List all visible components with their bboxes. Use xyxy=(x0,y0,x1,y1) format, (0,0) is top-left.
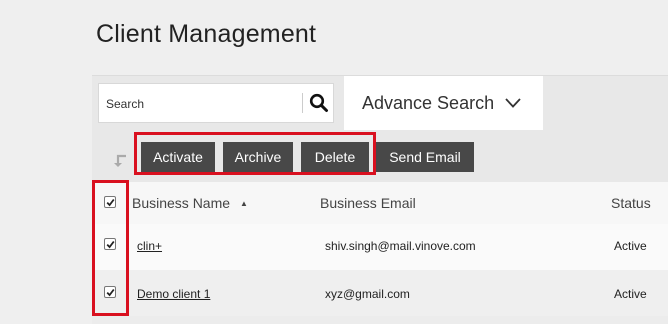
sort-ascending-icon: ▲ xyxy=(239,199,248,208)
checkmark-icon xyxy=(106,198,115,206)
table-row: clin+ shiv.singh@mail.vinove.com Active xyxy=(92,224,668,270)
return-arrow-icon xyxy=(114,154,126,167)
business-name-link[interactable]: clin+ xyxy=(137,239,162,253)
business-name-header[interactable]: Business Name ▲ xyxy=(132,195,248,211)
business-name-link[interactable]: Demo client 1 xyxy=(137,287,210,301)
page-title: Client Management xyxy=(96,20,317,48)
archive-button[interactable]: Archive xyxy=(223,142,293,172)
delete-button[interactable]: Delete xyxy=(301,142,369,172)
status-header: Status xyxy=(611,195,651,211)
table-row: Demo client 1 xyz@gmail.com Active xyxy=(92,270,668,316)
row-checkbox[interactable] xyxy=(104,286,116,298)
search-input[interactable] xyxy=(104,93,298,115)
client-panel: Advance Search Activate Archive Delete S… xyxy=(92,75,668,324)
search-icon xyxy=(309,93,328,112)
search-divider xyxy=(302,93,303,113)
business-email: shiv.singh@mail.vinove.com xyxy=(325,239,476,253)
search-button[interactable] xyxy=(307,90,331,116)
status-text: Active xyxy=(614,287,647,301)
search-box xyxy=(98,83,334,123)
activate-button[interactable]: Activate xyxy=(141,142,215,172)
table-header: Business Name ▲ Business Email Status xyxy=(92,182,668,224)
business-email-header: Business Email xyxy=(320,195,416,211)
send-email-button[interactable]: Send Email xyxy=(376,142,474,172)
bulk-actions-row: Activate Archive Delete Send Email xyxy=(92,130,668,182)
business-name-header-label: Business Name xyxy=(132,195,231,211)
search-bar-row: Advance Search xyxy=(92,76,668,130)
select-all-checkbox[interactable] xyxy=(104,196,116,208)
advance-search-toggle[interactable]: Advance Search xyxy=(344,76,543,130)
advance-search-label: Advance Search xyxy=(362,92,495,113)
chevron-down-icon xyxy=(504,97,522,109)
status-text: Active xyxy=(614,239,647,253)
checkmark-icon xyxy=(106,240,115,248)
row-checkbox[interactable] xyxy=(104,238,116,250)
checkmark-icon xyxy=(106,288,115,296)
business-email: xyz@gmail.com xyxy=(325,287,410,301)
